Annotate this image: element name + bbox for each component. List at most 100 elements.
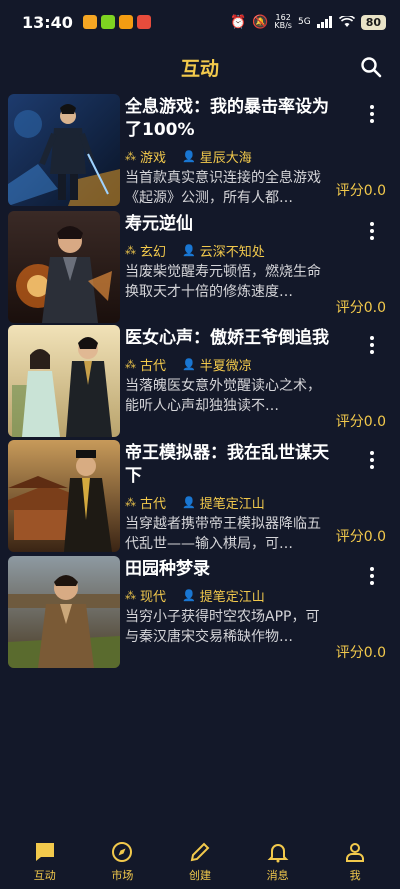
author-icon: 👤 bbox=[182, 588, 196, 602]
author-icon: 👤 bbox=[182, 495, 196, 509]
book-rating: 评分0.0 bbox=[335, 414, 386, 430]
nav-item-messages[interactable]: 消息 bbox=[248, 840, 308, 883]
book-info: 田园种梦录 ⁂ 现代 👤 提笔定江山 当穷小子获得时空农场APP，可与秦汉唐宋交… bbox=[120, 556, 400, 668]
genre-icon: ⁂ bbox=[125, 149, 136, 163]
book-author: 提笔定江山 bbox=[199, 589, 265, 605]
book-meta: ⁂ 玄幻 👤 云深不知处 bbox=[125, 240, 400, 260]
alarm-icon: ⏰ bbox=[230, 14, 247, 30]
cover-illustration bbox=[8, 325, 120, 437]
chat-icon bbox=[35, 843, 54, 861]
signal-label: 5G bbox=[297, 17, 311, 27]
book-genre: 玄幻 bbox=[140, 244, 167, 260]
book-author: 星辰大海 bbox=[199, 150, 252, 166]
book-rating: 评分0.0 bbox=[335, 529, 386, 545]
book-info: 全息游戏：我的暴击率设为了100% ⁂ 游戏 👤 星辰大海 当首款真实意识连接的… bbox=[120, 94, 400, 206]
book-author: 半夏微凉 bbox=[199, 358, 252, 374]
bell-icon bbox=[267, 844, 288, 863]
pencil-icon bbox=[190, 842, 210, 862]
book-genre: 现代 bbox=[140, 589, 167, 605]
book-cover-image[interactable] bbox=[8, 556, 120, 668]
book-author: 云深不知处 bbox=[199, 244, 265, 260]
more-options-button[interactable] bbox=[362, 102, 382, 126]
bottom-navigation: 互动 市场 创建 消息 我 bbox=[0, 832, 400, 889]
book-meta: ⁂ 古代 👤 提笔定江山 bbox=[125, 492, 400, 512]
book-card[interactable]: 帝王模拟器：我在乱世谋天下 ⁂ 古代 👤 提笔定江山 当穿越者携带帝王模拟器降临… bbox=[8, 440, 400, 552]
search-button[interactable] bbox=[356, 52, 386, 82]
genre-icon: ⁂ bbox=[125, 243, 136, 257]
book-description: 当穷小子获得时空农场APP，可与秦汉唐宋交易稀缺作物… bbox=[125, 609, 320, 645]
compass-icon bbox=[112, 842, 133, 862]
wifi-icon bbox=[338, 16, 355, 27]
book-info: 医女心声：傲娇王爷倒追我 ⁂ 古代 👤 半夏微凉 当落魄医女意外觉醒读心之术，能… bbox=[120, 325, 400, 437]
battery-indicator: 80 bbox=[360, 14, 386, 30]
book-genre: 古代 bbox=[140, 496, 167, 512]
book-genre: 古代 bbox=[140, 358, 167, 374]
status-time: 13:40 bbox=[22, 12, 73, 32]
more-options-button[interactable] bbox=[362, 448, 382, 472]
status-indicators: ⏰ 🔕 162 KB/s 5G 80 bbox=[230, 14, 386, 30]
book-rating: 评分0.0 bbox=[335, 645, 386, 661]
book-description: 当穿越者携带帝王模拟器降临五代乱世——输入棋局，可… bbox=[125, 516, 321, 552]
book-rating: 评分0.0 bbox=[335, 300, 386, 316]
cover-illustration bbox=[8, 94, 120, 206]
app-header: 互动 bbox=[0, 44, 400, 90]
book-description: 当首款真实意识连接的全息游戏《起源》公测，所有人都… bbox=[125, 170, 321, 206]
book-title: 田园种梦录 bbox=[125, 559, 210, 579]
book-rating: 评分0.0 bbox=[335, 183, 386, 199]
nav-item-market[interactable]: 市场 bbox=[92, 840, 152, 883]
app-notification-icon bbox=[118, 15, 133, 29]
book-cover-image[interactable] bbox=[8, 325, 120, 437]
book-description: 当落魄医女意外觉醒读心之术，能听人心声却独独读不… bbox=[125, 378, 321, 414]
book-info: 寿元逆仙 ⁂ 玄幻 👤 云深不知处 当废柴觉醒寿元顿悟，燃烧生命换取天才十倍的修… bbox=[120, 211, 400, 323]
nav-label: 互动 bbox=[33, 869, 56, 882]
nav-item-profile[interactable]: 我 bbox=[325, 840, 385, 883]
book-title: 全息游戏：我的暴击率设为了100% bbox=[125, 97, 329, 140]
book-genre: 游戏 bbox=[140, 150, 167, 166]
book-author: 提笔定江山 bbox=[199, 496, 265, 512]
nav-label: 市场 bbox=[111, 869, 134, 882]
cover-illustration bbox=[8, 556, 120, 668]
app-notification-icon bbox=[136, 15, 151, 29]
genre-icon: ⁂ bbox=[125, 495, 136, 509]
person-icon bbox=[346, 843, 365, 862]
app-notification-icon bbox=[82, 15, 97, 29]
status-bar: 13:40 ⏰ 🔕 162 KB/s 5G 80 bbox=[0, 0, 400, 44]
genre-icon: ⁂ bbox=[125, 357, 136, 371]
book-title: 寿元逆仙 bbox=[125, 214, 193, 234]
net-speed-unit: KB/s bbox=[274, 21, 292, 30]
nav-item-interaction[interactable]: 互动 bbox=[15, 840, 75, 883]
book-meta: ⁂ 游戏 👤 星辰大海 bbox=[125, 146, 400, 166]
book-meta: ⁂ 古代 👤 半夏微凉 bbox=[125, 354, 400, 374]
book-card[interactable]: 田园种梦录 ⁂ 现代 👤 提笔定江山 当穷小子获得时空农场APP，可与秦汉唐宋交… bbox=[8, 556, 400, 668]
more-options-button[interactable] bbox=[362, 564, 382, 588]
nav-label: 我 bbox=[349, 869, 361, 882]
mute-icon: 🔕 bbox=[252, 14, 269, 30]
book-card[interactable]: 寿元逆仙 ⁂ 玄幻 👤 云深不知处 当废柴觉醒寿元顿悟，燃烧生命换取天才十倍的修… bbox=[8, 211, 400, 323]
author-icon: 👤 bbox=[182, 243, 196, 257]
book-title: 医女心声：傲娇王爷倒追我 bbox=[125, 328, 329, 348]
book-cover-image[interactable] bbox=[8, 440, 120, 552]
book-title: 帝王模拟器：我在乱世谋天下 bbox=[125, 443, 329, 486]
book-description: 当废柴觉醒寿元顿悟，燃烧生命换取天才十倍的修炼速度… bbox=[125, 264, 321, 300]
book-info: 帝王模拟器：我在乱世谋天下 ⁂ 古代 👤 提笔定江山 当穿越者携带帝王模拟器降临… bbox=[120, 440, 400, 552]
page-title: 互动 bbox=[180, 57, 219, 80]
more-options-button[interactable] bbox=[362, 333, 382, 357]
book-meta: ⁂ 现代 👤 提笔定江山 bbox=[125, 585, 400, 605]
genre-icon: ⁂ bbox=[125, 588, 136, 602]
nav-label: 消息 bbox=[266, 869, 289, 882]
nav-label: 创建 bbox=[188, 869, 211, 882]
book-card[interactable]: 全息游戏：我的暴击率设为了100% ⁂ 游戏 👤 星辰大海 当首款真实意识连接的… bbox=[8, 94, 400, 206]
more-options-button[interactable] bbox=[362, 219, 382, 243]
cover-illustration bbox=[8, 440, 120, 552]
book-card[interactable]: 医女心声：傲娇王爷倒追我 ⁂ 古代 👤 半夏微凉 当落魄医女意外觉醒读心之术，能… bbox=[8, 325, 400, 437]
nav-item-create[interactable]: 创建 bbox=[170, 840, 230, 883]
book-cover-image[interactable] bbox=[8, 211, 120, 323]
net-speed: 162 KB/s bbox=[274, 14, 292, 30]
author-icon: 👤 bbox=[182, 357, 196, 371]
book-cover-image[interactable] bbox=[8, 94, 120, 206]
search-icon bbox=[361, 57, 382, 78]
status-app-icons bbox=[82, 15, 151, 29]
cover-illustration bbox=[8, 211, 120, 323]
author-icon: 👤 bbox=[182, 149, 196, 163]
app-notification-icon bbox=[100, 15, 115, 29]
